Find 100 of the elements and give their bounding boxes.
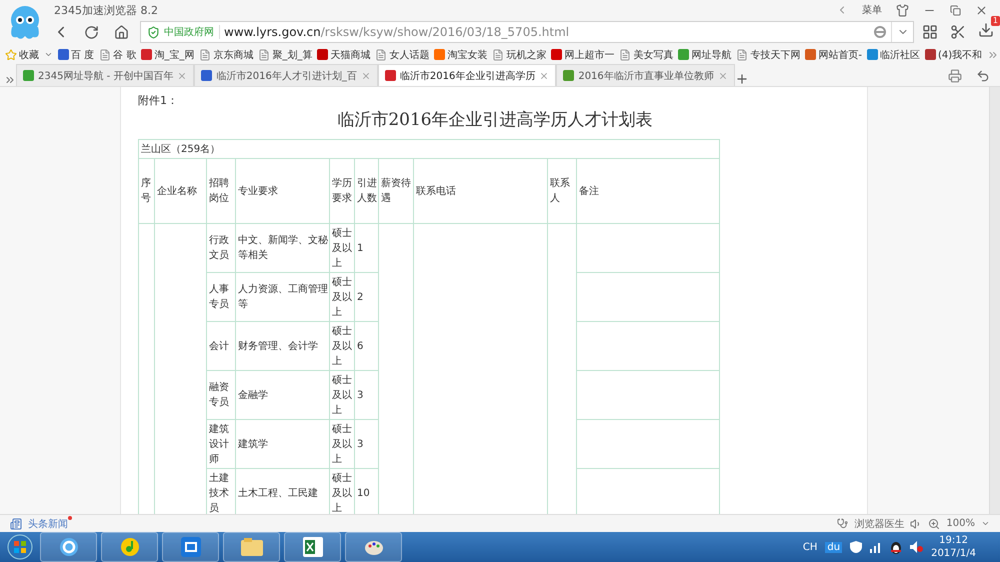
taskbar-app[interactable] — [223, 532, 280, 562]
input-method-indicator[interactable]: CH — [802, 542, 818, 552]
muted-speaker-icon[interactable] — [910, 541, 924, 553]
clock[interactable]: 19:12 2017/1/4 — [931, 534, 976, 560]
taskbar-app[interactable] — [162, 532, 219, 562]
download-icon[interactable] — [978, 22, 994, 38]
browser-doctor-link[interactable]: 浏览器医生 — [854, 516, 904, 530]
menu-button[interactable]: 菜单 — [862, 3, 882, 17]
scissors-icon[interactable] — [950, 24, 966, 40]
site-logo-icon — [551, 49, 562, 60]
bookmark-link[interactable]: 女人话题 — [375, 48, 430, 62]
taskbar-app[interactable] — [40, 532, 97, 562]
bookmark-link[interactable]: 网站首页- — [805, 48, 862, 62]
shield-icon — [147, 26, 160, 38]
caret-icon — [44, 50, 53, 59]
table-cell: 硕士及以上 — [330, 322, 354, 370]
site-badge: 中国政府网 — [164, 25, 220, 39]
baidu-tray-badge[interactable]: du — [825, 542, 842, 552]
taskbar-app[interactable] — [101, 532, 158, 562]
taskbar-app[interactable] — [284, 532, 341, 562]
undo-icon[interactable] — [976, 69, 990, 83]
bookmark-link[interactable]: 临沂社区 — [866, 48, 920, 62]
close-icon[interactable] — [539, 70, 550, 80]
browser-tab[interactable]: 2345网址导航 - 开创中国百年 — [16, 64, 194, 86]
bookmark-link[interactable]: 谷 歌 — [99, 48, 136, 62]
bookmark-link[interactable]: 网址导航 — [678, 48, 732, 62]
bookmark-link[interactable]: 玩机之家 — [492, 48, 546, 62]
bookmark-link[interactable]: (4)我不和 — [924, 48, 982, 62]
table-cell: 建筑设计师 — [206, 420, 236, 468]
bookmark-link[interactable]: 京东商城 — [199, 48, 254, 62]
table-cell: 人力资源、工商管理等 — [236, 272, 330, 322]
column-header: 学历要求 — [330, 158, 354, 224]
shirt-icon[interactable] — [896, 4, 909, 16]
column-header: 联系电话 — [414, 158, 548, 224]
site-logo-icon — [434, 49, 446, 60]
window-title: 2345加速浏览器 8.2 — [54, 2, 159, 18]
site-logo-icon — [866, 49, 878, 60]
column-header: 序号 — [138, 158, 154, 224]
column-header: 专业要求 — [236, 158, 330, 224]
table-cell: 硕士及以上 — [330, 272, 354, 322]
caret-icon — [981, 519, 990, 528]
newspaper-icon — [10, 518, 22, 530]
site-logo-icon — [678, 49, 690, 60]
scrollbar[interactable] — [989, 87, 1000, 514]
column-header: 招聘岗位 — [206, 158, 236, 224]
taskbar-app[interactable] — [345, 532, 402, 562]
page-icon — [492, 48, 504, 60]
refresh-icon[interactable] — [84, 24, 98, 40]
bookmark-link[interactable]: 聚_划_算 — [258, 48, 312, 62]
bookmark-link[interactable]: 淘_宝_网 — [141, 48, 194, 62]
folder-icon — [240, 538, 262, 556]
music-note-icon — [120, 537, 140, 557]
printer-icon[interactable] — [948, 69, 962, 83]
news-link[interactable]: 头条新闻 — [28, 516, 72, 530]
bookmark-link[interactable]: 百 度 — [58, 48, 94, 62]
shield-icon[interactable] — [850, 541, 862, 553]
table-cell: 会计 — [206, 322, 236, 370]
site-favicon-icon — [23, 70, 34, 81]
bookmark-link[interactable]: 淘宝女装 — [434, 48, 488, 62]
notification-badge: 1 — [990, 16, 1000, 26]
home-icon[interactable] — [114, 24, 128, 40]
new-tab-icon[interactable] — [734, 72, 749, 86]
site-logo-icon — [317, 49, 328, 60]
page-icon — [619, 48, 632, 60]
signal-icon[interactable] — [870, 541, 882, 553]
table-cell: 财务管理、会计学 — [236, 322, 330, 370]
column-header: 联系人 — [548, 158, 576, 224]
bookmark-link[interactable]: 专技天下网 — [736, 48, 800, 62]
column-header: 企业名称 — [154, 158, 206, 224]
site-logo-icon — [58, 49, 69, 60]
zoom-level[interactable]: 100% — [946, 518, 975, 529]
window-logo-icon — [180, 537, 200, 557]
address-field[interactable]: 中国政府网 www.lyrs.gov.cn/rsksw/ksyw/show/2016/03/18_5705.html — [140, 21, 914, 43]
bookmark-link[interactable]: 网上超市一 — [551, 48, 614, 62]
site-favicon-icon — [201, 70, 212, 81]
browser-tab[interactable]: 临沂市2016年人才引进计划_百 — [194, 64, 378, 86]
restore-icon[interactable] — [950, 4, 961, 16]
site-favicon-icon — [563, 70, 574, 81]
browser-tab[interactable]: 2016年临沂市直事业单位教师 — [556, 64, 735, 86]
attachment-label: 附件1： — [138, 93, 179, 108]
zoom-icon[interactable] — [928, 518, 940, 530]
sidebar-toggle-icon[interactable] — [4, 74, 16, 86]
page-icon — [258, 48, 270, 60]
close-icon[interactable] — [975, 4, 988, 16]
bookmark-link[interactable]: 天猫商城 — [317, 48, 370, 62]
column-header: 备注 — [576, 158, 720, 224]
favorites-button[interactable]: 收藏 — [5, 48, 39, 62]
star-icon[interactable] — [5, 48, 17, 60]
table-section-header: 兰山区（259名） — [138, 140, 720, 158]
page-icon — [199, 48, 212, 60]
table-cell: 金融学 — [236, 370, 330, 420]
table-cell: 中文、新闻学、文秘等相关 — [236, 224, 330, 272]
penguin-icon[interactable] — [890, 540, 902, 554]
browser-tab[interactable]: 临沂市2016年企业引进高学历 — [378, 64, 556, 86]
site-favicon-icon — [384, 70, 396, 81]
page-icon — [375, 48, 388, 60]
bookmark-link[interactable]: 美女写真 — [619, 48, 674, 62]
grid-icon[interactable] — [922, 24, 938, 40]
table-cell: 行政文员 — [206, 224, 236, 272]
document-title: 临沂市2016年企业引进高学历人才计划表 — [336, 109, 654, 131]
